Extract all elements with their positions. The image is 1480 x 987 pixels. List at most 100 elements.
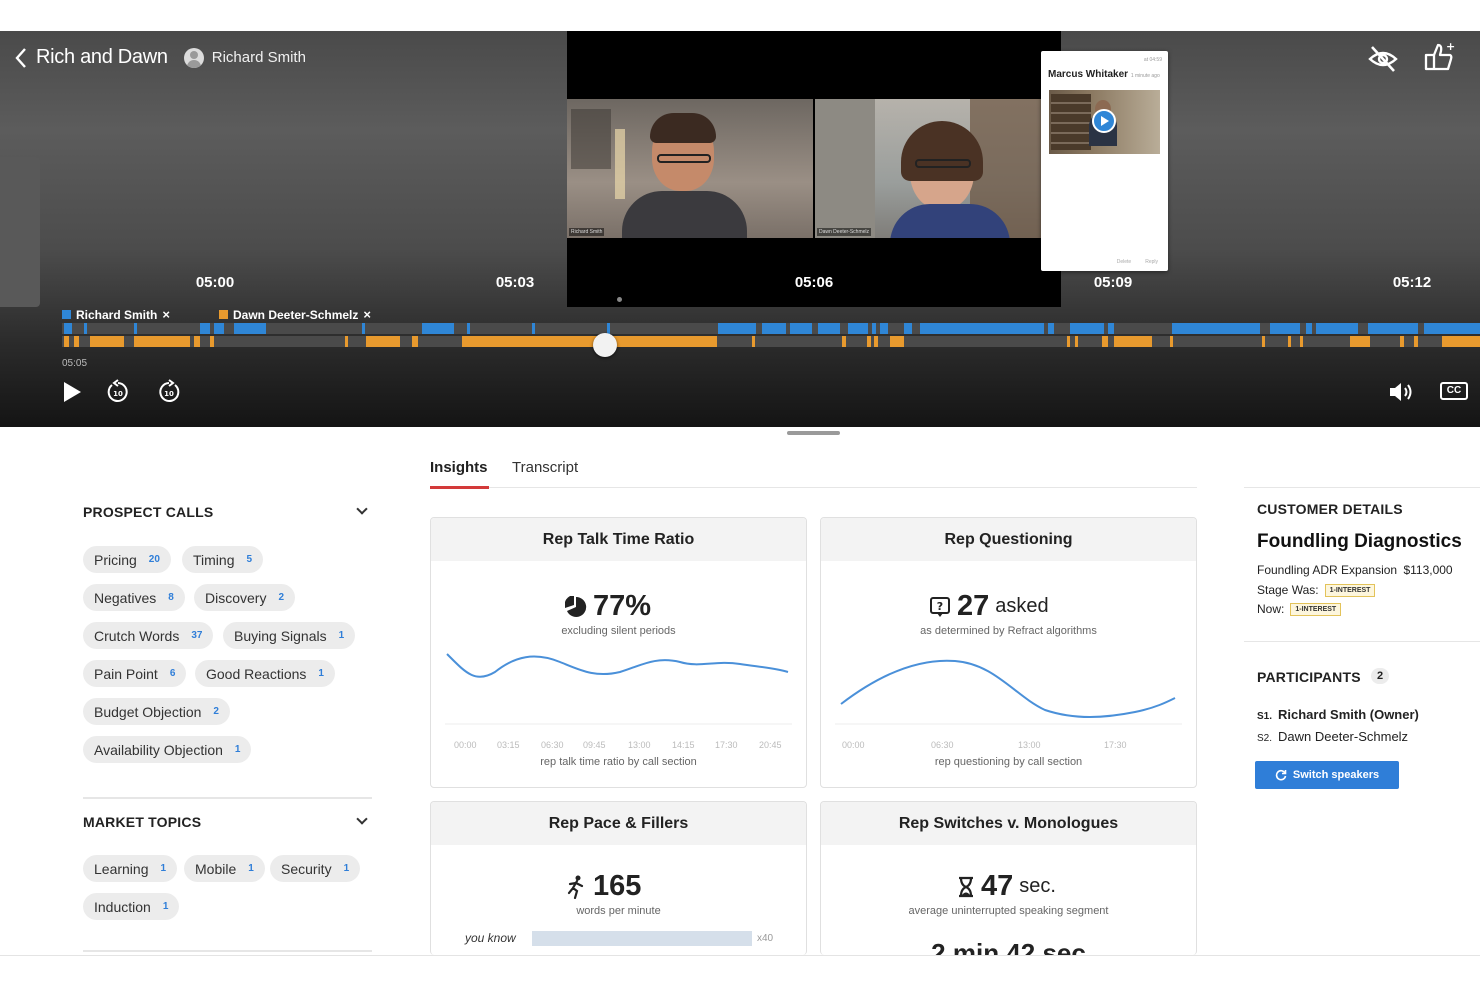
rewind-10-icon[interactable]: 10	[105, 379, 131, 405]
add-comment-icon[interactable]: +	[1422, 41, 1456, 75]
customer-details-heading: CUSTOMER DETAILS	[1257, 501, 1403, 517]
question-bubble-icon: ?	[930, 596, 950, 617]
x-axis-label: 03:15	[497, 740, 520, 750]
stage-badge: 1-INTEREST	[1324, 584, 1376, 598]
filler-word-count: x40	[757, 933, 774, 944]
participant-row: S1. Richard Smith (Owner)	[1257, 707, 1419, 722]
metric-subtitle: average uninterrupted speaking segment	[908, 905, 1109, 917]
closed-captions-icon[interactable]: CC	[1440, 382, 1468, 400]
tag-pill[interactable]: Mobile 1	[184, 855, 265, 882]
remove-speaker-icon[interactable]: ×	[363, 307, 371, 322]
rep-questioning-card: Rep Questioning ? 27 asked as determined…	[820, 517, 1197, 788]
tag-pill[interactable]: Availability Objection 1	[83, 736, 252, 763]
tag-pill[interactable]: Discovery 2	[194, 584, 296, 611]
video-frame[interactable]: Richard Smith Dawn Deeter-Schmelz	[567, 31, 1061, 307]
volume-icon[interactable]	[1388, 381, 1416, 403]
participant-tile-richard: Richard Smith	[567, 99, 813, 238]
owner-name: Richard Smith	[211, 49, 306, 66]
tag-pill[interactable]: Pain Point 6	[83, 660, 187, 687]
market-topics-heading[interactable]: MARKET TOPICS	[83, 814, 201, 830]
tag-pill[interactable]: Buying Signals 1	[223, 622, 356, 649]
tag-pill[interactable]: Learning 1	[83, 855, 178, 882]
hourglass-icon	[959, 876, 973, 897]
tick-label: 05:00	[195, 274, 235, 291]
remove-speaker-icon[interactable]: ×	[162, 307, 170, 322]
speaker-legend-richard: Richard Smith ×	[62, 307, 170, 322]
questioning-line-chart	[835, 659, 1182, 725]
tag-pill[interactable]: Timing 5	[182, 546, 264, 573]
participant-row: S2. Dawn Deeter-Schmelz	[1257, 729, 1409, 744]
playhead-scrubber[interactable]	[593, 333, 618, 357]
metric-subtitle: excluding silent periods	[561, 625, 676, 637]
speaker-track-dawn[interactable]	[62, 336, 1480, 347]
switch-speakers-button[interactable]: Switch speakers	[1255, 761, 1399, 789]
tag-pill[interactable]: Good Reactions 1	[195, 660, 335, 687]
play-icon[interactable]	[62, 381, 82, 403]
tab-insights[interactable]: Insights	[430, 459, 488, 476]
video-player: Rich and Dawn Richard Smith + Richard Sm…	[0, 31, 1480, 427]
current-time: 05:05	[62, 358, 88, 369]
svg-text:10: 10	[164, 390, 174, 398]
reply-comment-link[interactable]: Reply	[1145, 259, 1158, 265]
svg-text:?: ?	[937, 600, 943, 613]
play-thumbnail-icon[interactable]	[1092, 109, 1116, 133]
call-review-app: Rich and Dawn Richard Smith + Richard Sm…	[0, 0, 1480, 987]
questioning-metric: ? 27 asked	[929, 590, 1049, 623]
card-title: Rep Pace & Fillers	[431, 802, 806, 845]
x-axis-label: 00:00	[842, 740, 865, 750]
x-axis-label: 17:30	[1104, 740, 1127, 750]
rep-talk-time-card: Rep Talk Time Ratio 77% excluding silent…	[430, 517, 807, 788]
tag-pill[interactable]: Crutch Words 37	[83, 622, 214, 649]
comment-video-thumbnail[interactable]	[1049, 90, 1160, 154]
x-axis-label: 09:45	[583, 740, 606, 750]
x-axis-label: 17:30	[715, 740, 738, 750]
forward-10-icon[interactable]: 10	[156, 379, 182, 405]
stage-now-row: Now: 1-INTEREST	[1257, 602, 1342, 617]
comment-timestamp: at 04:59	[1143, 57, 1162, 63]
tab-transcript[interactable]: Transcript	[512, 459, 578, 476]
tick-label: 05:09	[1093, 274, 1133, 291]
x-axis-label: 20:45	[759, 740, 782, 750]
rep-switches-card: Rep Switches v. Monologues 47 sec. avera…	[820, 801, 1197, 955]
stage-was-row: Stage Was: 1-INTEREST	[1257, 583, 1376, 598]
player-header: Rich and Dawn Richard Smith	[14, 46, 306, 69]
section-divider	[83, 950, 372, 952]
tag-pill[interactable]: Budget Objection 2	[83, 698, 230, 725]
owner-avatar-icon	[183, 47, 204, 68]
chevron-down-icon[interactable]	[356, 813, 368, 825]
speaker-legend-label: Richard Smith	[76, 307, 158, 322]
comment-author: Marcus Whitaker 1 minute ago	[1048, 69, 1160, 80]
tag-pill[interactable]: Induction 1	[83, 893, 180, 920]
tag-pill[interactable]: Pricing 20	[83, 546, 171, 573]
back-arrow-icon[interactable]	[14, 47, 28, 69]
metric-subtitle: as determined by Refract algorithms	[920, 625, 1097, 637]
tile-name-label: Richard Smith	[569, 228, 605, 236]
participants-heading: PARTICIPANTS	[1257, 669, 1361, 685]
metric-subtitle: words per minute	[576, 905, 661, 917]
card-title: Rep Switches v. Monologues	[821, 802, 1196, 845]
talk-ratio-metric: 77%	[565, 590, 651, 623]
pie-chart-icon	[565, 595, 587, 617]
card-title: Rep Talk Time Ratio	[431, 518, 806, 561]
comment-popup[interactable]: at 04:59 Marcus Whitaker 1 minute ago De…	[1041, 51, 1168, 271]
refresh-icon	[1275, 769, 1287, 781]
panel-resize-handle[interactable]	[787, 431, 840, 435]
switches-metric: 47 sec.	[957, 870, 1056, 903]
side-panel-handle[interactable]	[0, 157, 40, 307]
rep-pace-card: Rep Pace & Fillers 165 words per minute …	[430, 801, 807, 955]
prospect-calls-heading[interactable]: PROSPECT CALLS	[83, 504, 213, 520]
tick-label: 05:06	[794, 274, 834, 291]
page-bottom-edge	[0, 955, 1480, 987]
deal-name[interactable]: Foundling ADR Expansion	[1257, 563, 1397, 577]
tag-pill[interactable]: Negatives 8	[83, 584, 185, 611]
delete-comment-link[interactable]: Delete	[1117, 259, 1131, 265]
speaker-color-swatch	[219, 310, 228, 319]
chevron-down-icon[interactable]	[356, 503, 368, 515]
stage-badge: 1-INTEREST	[1290, 603, 1342, 617]
tag-pill[interactable]: Security 1	[270, 855, 361, 882]
hide-comments-icon[interactable]	[1366, 43, 1400, 75]
company-name[interactable]: Foundling Diagnostics	[1257, 531, 1462, 553]
speaker-track-richard[interactable]	[62, 323, 1480, 334]
participants-count-badge: 2	[1371, 668, 1389, 684]
x-axis-label: 14:15	[672, 740, 695, 750]
